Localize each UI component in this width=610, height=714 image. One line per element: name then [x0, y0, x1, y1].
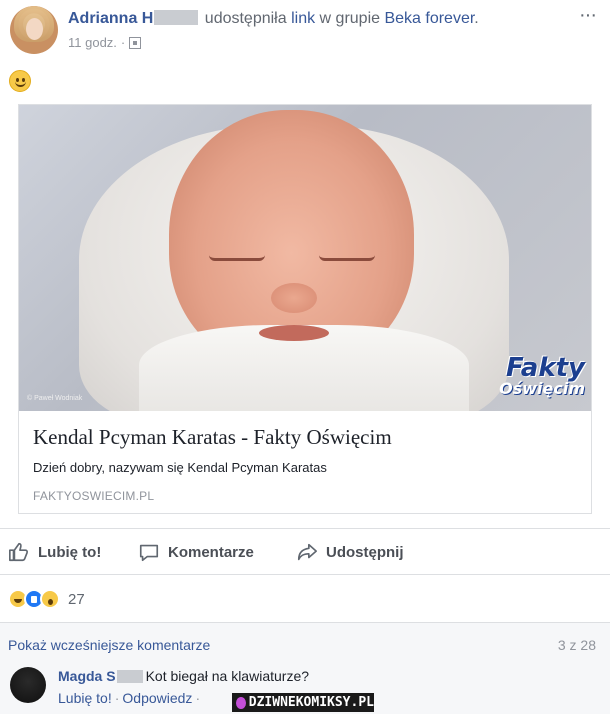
link-title[interactable]: Kendal Pcyman Karatas - Fakty Oświęcim — [33, 425, 392, 450]
site-watermark: DZIWNEKOMIKSY.PL — [232, 693, 374, 712]
audience-icon[interactable] — [129, 36, 142, 49]
group-suffix: . — [474, 10, 479, 27]
reactions-summary[interactable]: 27 — [8, 588, 85, 610]
comment-like-link[interactable]: Lubię to! — [58, 690, 112, 706]
comment-button[interactable]: Komentarze — [138, 530, 254, 574]
author-name[interactable]: Adrianna H — [68, 10, 153, 27]
author-avatar[interactable] — [10, 6, 58, 54]
post-action-bar: Lubię to! Komentarze Udostępnij — [0, 530, 610, 574]
link-preview-image[interactable]: © Paweł Wodniak Fakty Oświęcim — [19, 105, 591, 411]
commenter-name[interactable]: Magda S — [58, 668, 116, 684]
verb-text: udostępniła — [200, 10, 292, 27]
photo-credit: © Paweł Wodniak — [27, 395, 83, 402]
reaction-count: 27 — [68, 590, 85, 608]
avatar-face — [26, 18, 43, 40]
share-icon — [297, 543, 317, 561]
like-button[interactable]: Lubię to! — [8, 530, 101, 574]
comment-label: Komentarze — [168, 543, 254, 561]
feed-post: Adrianna H udostępniła link w grupie Bek… — [0, 0, 610, 714]
smile-emoji-icon — [9, 70, 31, 92]
comment-text: Kot biegał na klawiaturze? — [145, 668, 310, 684]
meta-separator: · — [120, 35, 126, 50]
comment-icon — [139, 544, 159, 562]
divider — [0, 574, 610, 575]
like-label: Lubię to! — [38, 543, 102, 561]
share-label: Udostępnij — [326, 543, 404, 561]
group-name[interactable]: Beka forever — [384, 10, 474, 27]
link-description: Dzień dobry, nazywam się Kendal Pcyman K… — [33, 460, 327, 475]
thumbs-up-icon — [9, 542, 29, 562]
censor-bar — [116, 670, 143, 683]
link-word[interactable]: link — [291, 10, 315, 27]
post-time[interactable]: 11 godz. — [68, 35, 117, 50]
commenter-avatar[interactable] — [10, 667, 46, 703]
share-button[interactable]: Udostępnij — [296, 530, 404, 574]
wow-icon — [40, 589, 60, 609]
in-group-text: w grupie — [315, 10, 385, 27]
post-meta: 11 godz. · — [68, 35, 142, 50]
censor-bar — [154, 10, 199, 25]
link-preview-card[interactable]: © Paweł Wodniak Fakty Oświęcim Kendal Pc… — [18, 104, 592, 514]
divider — [0, 528, 610, 529]
comment-reply-link[interactable]: Odpowiedz — [122, 690, 192, 706]
more-options-icon[interactable]: ··· — [579, 4, 597, 27]
comment-counter: 3 z 28 — [557, 637, 596, 653]
link-domain: FAKTYOSWIECIM.PL — [33, 489, 155, 503]
show-previous-comments-link[interactable]: Pokaż wcześniejsze komentarze — [8, 637, 210, 653]
comment-body: Magda S Kot biegał na klawiaturze? — [58, 668, 309, 684]
watermark-logo-icon — [236, 696, 246, 709]
comment-actions: Lubię to! · Odpowiedz · — [58, 690, 201, 706]
post-header: Adrianna H udostępniła link w grupie Bek… — [68, 10, 479, 28]
fakty-logo: Fakty Oświęcim — [499, 353, 585, 398]
